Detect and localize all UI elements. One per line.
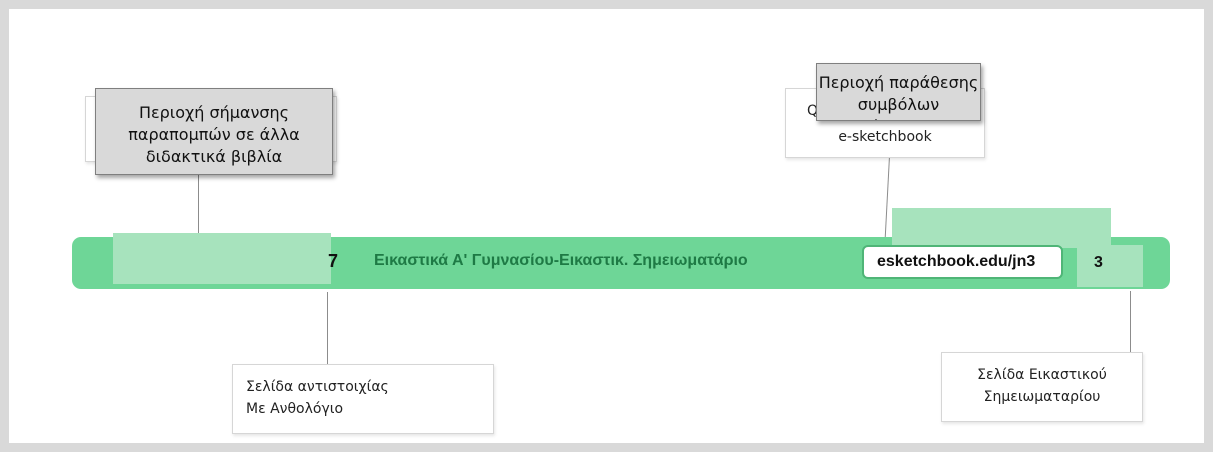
leader-line-symbols — [884, 155, 890, 238]
callout-references-line2: παραπομπών σε άλλα — [128, 125, 300, 144]
notebook-page-label-box: Σελίδα Εικαστικού Σημειωματαρίου — [941, 352, 1143, 422]
notebook-page-label-line2: Σημειωματαρίου — [983, 389, 1101, 405]
leader-line-references — [198, 174, 199, 237]
callout-references: Περιοχή σήμανσης παραπομπών σε άλλα διδα… — [95, 88, 333, 175]
anthology-page-label-line2: Με Ανθολόγιο — [246, 401, 344, 417]
diagram-frame: Περιοχή σήμανσης παραπομπών σε άλλα διδα… — [0, 0, 1213, 452]
references-area-block — [113, 233, 331, 284]
notebook-page-number: 3 — [1094, 254, 1103, 271]
esketchbook-label: e-sketchbook — [838, 129, 932, 145]
anthology-page-label-box: Σελίδα αντιστοιχίας Με Ανθολόγιο — [232, 364, 494, 434]
callout-symbols-line2: συμβόλων σήμανσης — [857, 95, 940, 120]
symbols-area-block — [892, 208, 1111, 248]
book-title: Εικαστικά Α' Γυμνασίου-Εικαστικ. Σημειωμ… — [374, 252, 748, 269]
callout-symbols-line1: Περιοχή παράθεσης — [818, 73, 979, 92]
notebook-page-label-line1: Σελίδα Εικαστικού — [977, 367, 1107, 383]
notebook-page-block — [1077, 245, 1143, 287]
callout-symbols: Περιοχή παράθεσης συμβόλων σήμανσης — [816, 63, 981, 121]
esketchbook-url-field[interactable]: esketchbook.edu/jn3 — [862, 245, 1063, 279]
anthology-page-number: 7 — [328, 251, 339, 271]
anthology-page-label-line1: Σελίδα αντιστοιχίας — [246, 379, 389, 395]
callout-references-line3: διδακτικά βιβλία — [145, 147, 283, 166]
callout-references-line1: Περιοχή σήμανσης — [138, 103, 290, 122]
leader-line-anthology — [327, 292, 328, 364]
